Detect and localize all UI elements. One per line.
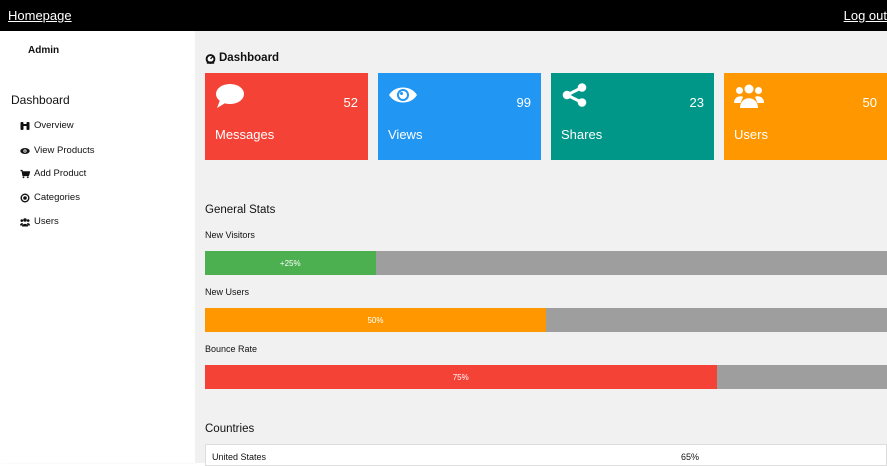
general-stats-title: General Stats <box>205 204 276 216</box>
comment-icon <box>215 83 245 109</box>
card-users[interactable]: 50 Users <box>724 73 887 160</box>
progress-fill: 50% <box>205 308 546 332</box>
card-shares[interactable]: 23 Shares <box>551 73 714 160</box>
sidebar-item-label: Categories <box>34 192 80 203</box>
sidebar-item-users[interactable]: Users <box>19 216 59 227</box>
card-value: 52 <box>343 95 358 110</box>
sidebar-item-label: Add Product <box>34 168 87 179</box>
sidebar-item-add-product[interactable]: Add Product <box>19 168 86 179</box>
bullseye-icon <box>19 193 30 203</box>
stat-label-new-users: New Users <box>205 287 250 297</box>
progress-fill: +25% <box>205 251 376 275</box>
stat-label-new-visitors: New Visitors <box>205 230 255 240</box>
page-title-text: Dashboard <box>219 52 280 64</box>
card-messages[interactable]: 52 Messages <box>205 73 368 160</box>
card-value: 50 <box>862 95 877 110</box>
admin-label: Admin <box>28 45 60 56</box>
progress-bar-new-users: 50% <box>205 308 887 332</box>
homepage-link[interactable]: Homepage <box>8 8 72 23</box>
progress-bar-bounce-rate: 75% <box>205 365 887 389</box>
progress-fill: 75% <box>205 365 717 389</box>
country-name: United States <box>212 452 267 462</box>
sidebar-item-label: Users <box>34 216 59 227</box>
countries-title: Countries <box>205 423 255 435</box>
users-icon <box>19 217 30 227</box>
page-title: Dashboard <box>205 52 279 64</box>
sidebar-item-categories[interactable]: Categories <box>19 192 80 203</box>
binoculars-icon <box>19 121 30 131</box>
sidebar-item-overview[interactable]: Overview <box>19 120 74 131</box>
card-label: Shares <box>561 127 603 142</box>
eye-icon <box>388 83 418 109</box>
users-icon <box>734 83 764 109</box>
card-value: 23 <box>689 95 704 110</box>
sidebar-item-view-products[interactable]: View Products <box>19 145 95 156</box>
sidebar-heading: Dashboard <box>11 93 70 107</box>
country-value: 65% <box>681 452 700 462</box>
logout-link[interactable]: Log out <box>844 8 887 23</box>
cart-icon <box>19 169 30 179</box>
card-label: Messages <box>215 127 275 142</box>
sidebar-item-label: View Products <box>34 145 95 156</box>
card-label: Views <box>388 127 423 142</box>
main-content: Dashboard 52 Messages 99 Views 23 Shares… <box>195 31 887 466</box>
sidebar-item-label: Overview <box>34 120 74 131</box>
card-label: Users <box>734 127 768 142</box>
progress-bar-new-visitors: +25% <box>205 251 887 275</box>
stat-label-bounce-rate: Bounce Rate <box>205 344 258 354</box>
sidebar: Admin Dashboard Overview View Products A… <box>0 31 195 463</box>
share-icon <box>561 83 591 109</box>
card-views[interactable]: 99 Views <box>378 73 541 160</box>
top-nav-bar: Homepage Log out <box>0 0 887 31</box>
eye-icon <box>19 146 30 156</box>
card-value: 99 <box>516 95 531 110</box>
dashboard-icon <box>205 53 216 64</box>
